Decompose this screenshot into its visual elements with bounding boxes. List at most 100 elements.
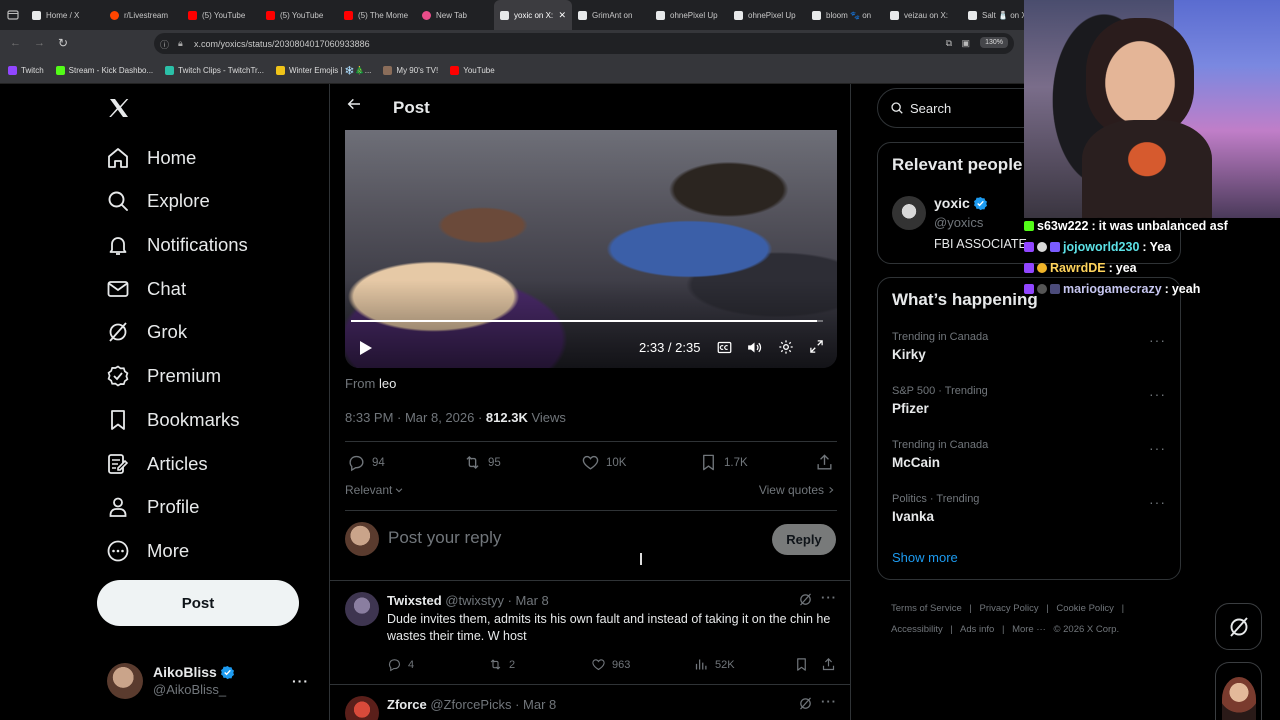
person-name[interactable]: yoxic: [934, 195, 970, 211]
reply-tweet[interactable]: Twixsted @twixstyy · Mar 8 ··· Dude invi…: [330, 581, 850, 684]
reply-author-handle[interactable]: @twixstyy · Mar 8: [445, 593, 548, 608]
more-dots-icon[interactable]: ···: [1149, 332, 1166, 348]
views-action[interactable]: 52K: [694, 657, 735, 672]
grok-explain-icon[interactable]: [798, 696, 813, 711]
captions-button[interactable]: [717, 340, 732, 355]
browser-tab[interactable]: (5) The Mome: [338, 0, 416, 30]
footer-link[interactable]: Cookie Policy: [1056, 603, 1114, 614]
browser-tab[interactable]: veizau on X:: [884, 0, 962, 30]
zoom-level-badge[interactable]: 130%: [980, 37, 1008, 48]
show-more-link[interactable]: Show more: [892, 550, 958, 565]
footer-link[interactable]: Terms of Service: [891, 603, 962, 614]
messages-floating-button[interactable]: [1215, 662, 1262, 720]
browser-tab[interactable]: GrimAnt on: [572, 0, 650, 30]
nav-more[interactable]: More: [106, 539, 189, 563]
like-action[interactable]: 10K: [581, 453, 626, 472]
nav-premium[interactable]: Premium: [106, 364, 221, 388]
back-button[interactable]: [346, 96, 362, 112]
trend-item[interactable]: Politics · Trending Ivanka ···: [878, 490, 1180, 540]
more-dots-icon[interactable]: ···: [821, 694, 837, 709]
browser-tab[interactable]: r/Livestream: [104, 0, 182, 30]
bookmark-item[interactable]: Twitch: [8, 65, 44, 75]
reply-action[interactable]: 94: [347, 453, 385, 472]
nav-explore[interactable]: Explore: [106, 189, 210, 213]
browser-tab[interactable]: (5) YouTube: [182, 0, 260, 30]
nav-notifications[interactable]: Notifications: [106, 233, 248, 257]
sort-dropdown[interactable]: Relevant: [345, 483, 404, 497]
more-dots-icon[interactable]: ···: [1149, 494, 1166, 510]
account-switcher[interactable]: AikoBliss @AikoBliss_ ···: [97, 655, 319, 707]
nav-grok[interactable]: Grok: [106, 320, 187, 344]
avatar[interactable]: [345, 592, 379, 626]
bookmark-action[interactable]: 1.7K: [699, 453, 748, 472]
browser-tab[interactable]: Home / X: [26, 0, 104, 30]
more-dots-icon[interactable]: ···: [1149, 440, 1166, 456]
screenshot-icon[interactable]: ▣: [961, 38, 970, 49]
avatar[interactable]: [892, 196, 926, 230]
browser-tab[interactable]: New Tab: [416, 0, 494, 30]
more-dots-icon[interactable]: ···: [1149, 386, 1166, 402]
volume-button[interactable]: [746, 339, 763, 356]
trend-item[interactable]: Trending in Canada McCain ···: [878, 436, 1180, 486]
reply-input[interactable]: Post your reply: [388, 528, 501, 548]
reply-button[interactable]: Reply: [772, 524, 836, 555]
video-progress-track[interactable]: [351, 320, 823, 322]
browser-tab[interactable]: ohnePixel Up: [650, 0, 728, 30]
trend-item[interactable]: S&P 500 · Trending Pfizer ···: [878, 382, 1180, 432]
install-app-icon[interactable]: ⧉: [946, 38, 952, 49]
view-quotes-link[interactable]: View quotes: [759, 483, 835, 497]
bookmark-item[interactable]: My 90's TV!: [383, 65, 438, 75]
browser-tab-active[interactable]: yoxic on X: ✕: [494, 0, 572, 30]
browser-tab[interactable]: Salt 🧂 on X:: [962, 0, 1024, 30]
footer-link[interactable]: Ads info: [960, 624, 994, 635]
trend-item[interactable]: Trending in Canada Kirky ···: [878, 328, 1180, 378]
repost-action[interactable]: 95: [463, 453, 501, 472]
person-handle[interactable]: @yoxics: [934, 215, 983, 230]
fullscreen-button[interactable]: [809, 339, 824, 354]
back-arrow-icon[interactable]: ←: [10, 37, 21, 49]
nav-label: Home: [147, 147, 197, 168]
browser-tab[interactable]: (5) YouTube: [260, 0, 338, 30]
footer-link[interactable]: Privacy Policy: [980, 603, 1039, 614]
site-info-icon[interactable]: ⓘ: [160, 38, 169, 51]
reply-author-name[interactable]: Zforce: [387, 697, 427, 712]
forward-arrow-icon[interactable]: →: [34, 37, 45, 49]
bookmark-item[interactable]: YouTube: [450, 65, 495, 75]
tab-overview-icon[interactable]: [0, 0, 26, 30]
bookmark-item[interactable]: Winter Emojis | ❄️🎄...: [275, 65, 371, 75]
footer-link[interactable]: Accessibility: [891, 624, 943, 635]
share-action[interactable]: [821, 657, 836, 672]
post-button[interactable]: Post: [97, 580, 299, 626]
grok-explain-icon[interactable]: [798, 592, 813, 607]
bookmark-action[interactable]: [794, 657, 809, 672]
more-dots-icon[interactable]: ···: [821, 590, 837, 605]
browser-tab[interactable]: bloom 🐾 on: [806, 0, 884, 30]
reply-tweet[interactable]: Zforce @ZforcePicks · Mar 8 ···: [330, 685, 850, 720]
play-button[interactable]: [359, 340, 373, 356]
grok-floating-button[interactable]: [1215, 603, 1262, 650]
nav-home[interactable]: Home: [106, 146, 196, 170]
post-timestamp[interactable]: 8:33 PM · Mar 8, 2026 ·: [345, 410, 486, 425]
share-action[interactable]: [815, 453, 834, 472]
url-field[interactable]: ⓘ 🔒︎ x.com/yoxics/status/203080401706093…: [154, 33, 1014, 54]
repost-action[interactable]: 2: [488, 657, 515, 672]
x-logo-icon[interactable]: [107, 96, 131, 120]
reply-author-handle[interactable]: @ZforcePicks · Mar 8: [430, 697, 556, 712]
avatar[interactable]: [345, 696, 379, 720]
tab-close-icon[interactable]: ✕: [558, 10, 566, 21]
reply-action[interactable]: 4: [387, 657, 414, 672]
nav-bookmarks[interactable]: Bookmarks: [106, 408, 240, 432]
video-player[interactable]: 2:33 / 2:35: [345, 130, 837, 368]
bookmark-item[interactable]: Twitch Clips - TwitchTr...: [165, 65, 264, 75]
reload-icon[interactable]: ↻: [58, 36, 68, 50]
settings-button[interactable]: [778, 339, 794, 355]
nav-chat[interactable]: Chat: [106, 277, 186, 301]
like-action[interactable]: 963: [591, 657, 630, 672]
nav-profile[interactable]: Profile: [106, 495, 199, 519]
reply-author-name[interactable]: Twixsted: [387, 593, 442, 608]
browser-tab[interactable]: ohnePixel Up: [728, 0, 806, 30]
nav-articles[interactable]: Articles: [106, 452, 208, 476]
footer-link[interactable]: More ···: [1012, 624, 1046, 635]
bookmark-item[interactable]: Stream - Kick Dashbo...: [55, 65, 153, 75]
source-user-link[interactable]: leo: [379, 376, 396, 391]
